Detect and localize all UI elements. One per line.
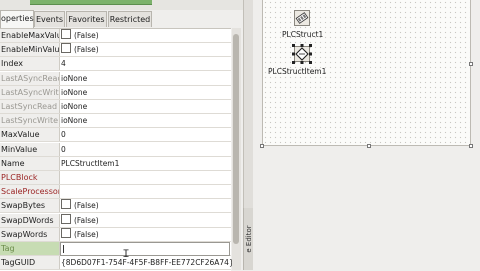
property-name: LastASyncRead [0, 71, 60, 85]
selected-component-combo[interactable] [30, 0, 152, 5]
component-label: PLCStruct1 [282, 30, 324, 39]
checkbox[interactable] [61, 213, 71, 224]
property-value[interactable]: (False) [61, 199, 99, 212]
property-name: MaxValue [0, 128, 60, 142]
property-value[interactable]: ioNone [61, 72, 87, 85]
text-cursor-icon: Ｉ [121, 249, 131, 260]
property-value[interactable]: (False) [61, 213, 99, 227]
property-row[interactable]: LastASyncRead ioNone [0, 71, 231, 86]
checkbox[interactable] [61, 43, 71, 54]
property-name: EnableMinValue [0, 43, 60, 57]
property-value-text: ioNone [61, 73, 88, 83]
property-value-text: (False) [74, 31, 99, 40]
property-row[interactable]: TagGUID {8D6D07F1-754F-4F5F-B8FF-EE772CF2… [0, 256, 234, 271]
component-label: PLCStructItem1 [268, 67, 327, 76]
property-name: SwapWords [0, 227, 60, 241]
property-value-text: ioNone [61, 87, 88, 97]
property-name: Tag [0, 242, 60, 255]
property-value-text: ioNone [61, 116, 88, 126]
form-canvas[interactable]: PLCStruct1 PLCStructItem1 [262, 0, 471, 146]
property-name: LastASyncWrite [0, 85, 60, 99]
property-value[interactable]: (False) [61, 43, 99, 56]
property-row[interactable]: MaxValue 0 [0, 128, 231, 143]
property-name: Index [0, 57, 60, 71]
property-row[interactable]: Name PLCStructItem1 [0, 156, 231, 171]
property-row[interactable]: LastSyncWrite ioNone [0, 114, 231, 129]
property-value[interactable]: (False) [61, 227, 99, 241]
property-value[interactable]: PLCStructItem1 [61, 157, 119, 170]
property-value[interactable]: ioNone [61, 100, 87, 113]
property-row[interactable]: SwapDWords (False) [0, 213, 231, 228]
form-resize-handle[interactable] [260, 144, 264, 148]
property-row[interactable]: LastASyncWrite ioNone [0, 85, 231, 100]
checkbox[interactable] [61, 199, 71, 210]
property-value-text: (False) [74, 45, 99, 55]
design-surface: PLCStruct1 PLCStructItem1 [253, 0, 480, 270]
tab-favorites[interactable]: Favorites [66, 11, 107, 27]
property-row[interactable]: MinValue 0 [0, 142, 231, 157]
tab-events[interactable]: Events [34, 11, 65, 27]
plc-struct-item-icon[interactable] [292, 44, 312, 64]
property-row[interactable]: Index 4 [0, 57, 231, 72]
form-resize-handle[interactable] [469, 62, 473, 66]
property-name: LastSyncWrite [0, 114, 60, 128]
property-value[interactable]: 4 [61, 57, 66, 70]
property-value-text: {8D6D07F1-754F-4F5F-B8FF-EE772CF26A74} [61, 258, 234, 268]
checkbox[interactable] [61, 227, 71, 238]
property-name: MinValue [0, 142, 60, 156]
tab-restricted[interactable]: Restricted [108, 11, 152, 27]
property-value[interactable]: ioNone [61, 86, 87, 99]
property-row[interactable]: EnableMaxValue (False) [0, 29, 231, 43]
property-value[interactable]: (False) [61, 29, 99, 42]
property-value-text: 4 [61, 59, 66, 69]
property-value-text: (False) [74, 229, 99, 239]
property-value[interactable]: {8D6D07F1-754F-4F5F-B8FF-EE772CF26A74} [61, 256, 234, 269]
property-row[interactable]: ScaleProcessor [0, 185, 231, 200]
property-name: ScaleProcessor [0, 185, 60, 199]
property-value-text: (False) [74, 215, 99, 225]
object-inspector: operties Events Favorites Restricted Ena… [0, 0, 243, 271]
text-caret [63, 245, 64, 253]
form-resize-handle[interactable] [469, 144, 473, 148]
property-value-text: 0 [61, 144, 66, 154]
property-value[interactable]: 0 [61, 143, 66, 156]
form-resize-handle[interactable] [367, 144, 371, 148]
property-grid-scrollbar[interactable] [232, 28, 241, 270]
property-row[interactable]: SwapBytes (False) [0, 199, 231, 214]
tab-properties[interactable]: operties [0, 10, 34, 28]
property-name: Name [0, 156, 60, 170]
property-name: EnableMaxValue [0, 29, 60, 42]
checkbox[interactable] [61, 29, 71, 39]
property-row[interactable]: EnableMinValue (False) [0, 43, 231, 58]
property-value-text: (False) [74, 201, 99, 211]
property-name: SwapBytes [0, 199, 60, 213]
property-value[interactable]: ioNone [61, 114, 87, 127]
property-name: TagGUID [0, 256, 60, 270]
inspector-tabs: operties Events Favorites Restricted [0, 10, 240, 28]
property-grid: EnableMaxValue (False) EnableMinValue (Fals… [0, 28, 234, 271]
property-row[interactable]: Tag [0, 242, 231, 256]
property-value-text: PLCStructItem1 [61, 158, 120, 168]
property-value-text: 0 [61, 130, 66, 140]
property-row[interactable]: PLCBlock [0, 171, 231, 185]
scrollbar-thumb[interactable] [233, 34, 239, 244]
property-value-text: ioNone [61, 102, 88, 111]
property-name: PLCBlock [0, 171, 60, 184]
property-value[interactable]: 0 [61, 128, 66, 141]
property-row[interactable]: SwapWords (False) [0, 227, 231, 242]
property-row[interactable]: LastSyncRead ioNone [0, 100, 231, 114]
tag-value-input[interactable] [60, 242, 230, 256]
plc-struct-icon[interactable] [294, 10, 310, 26]
property-name: LastSyncRead [0, 100, 60, 113]
property-name: SwapDWords [0, 213, 60, 227]
